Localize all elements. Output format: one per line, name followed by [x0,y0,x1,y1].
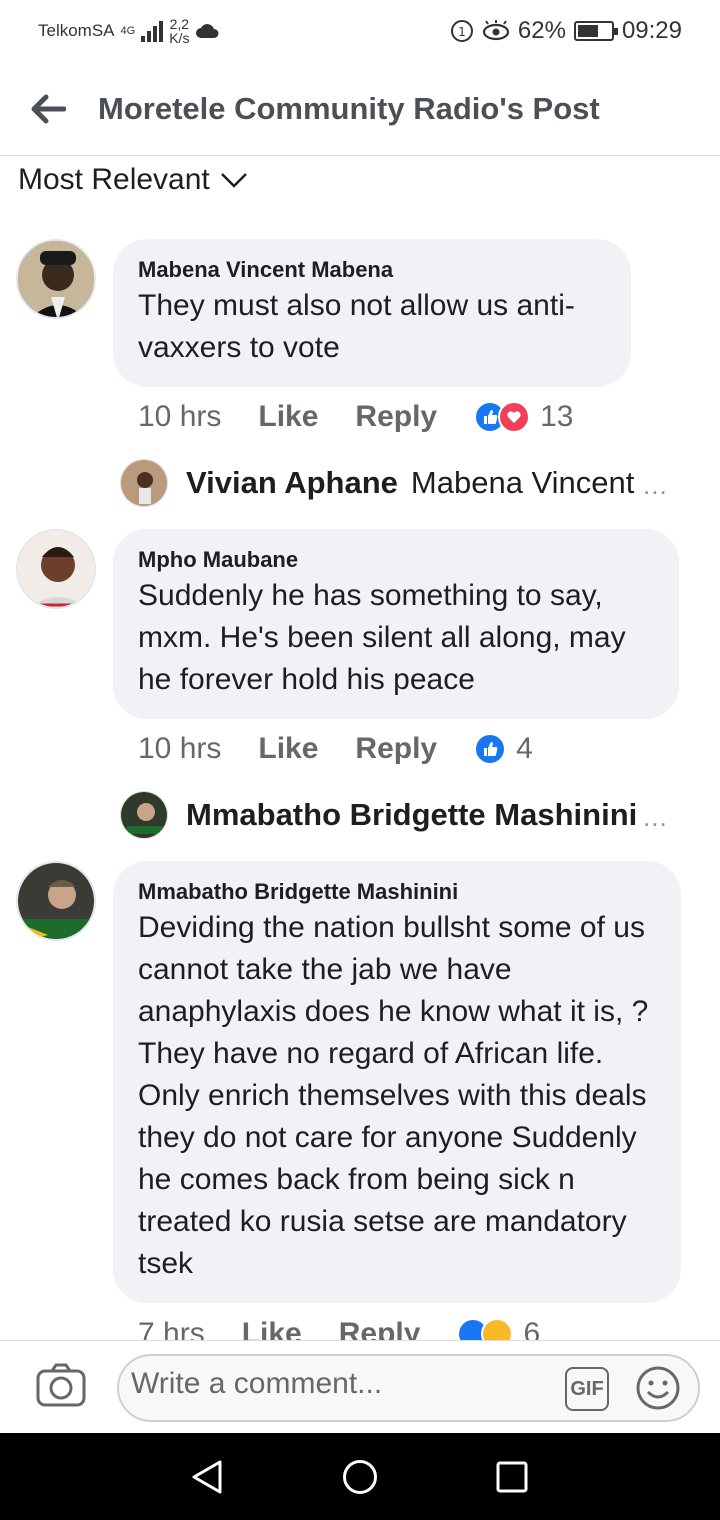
comment-bubble[interactable]: Mpho Maubane Suddenly he has something t… [113,529,679,719]
profile-photo [18,241,94,317]
smiley-icon [636,1366,680,1410]
reply-button[interactable]: Reply [355,732,437,766]
comment-input[interactable] [131,1367,551,1401]
comment-bubble[interactable]: Mabena Vincent Mabena They must also not… [113,239,631,387]
svg-text:1: 1 [458,25,466,39]
comment-time[interactable]: 7 hrs [138,1316,205,1340]
reply-avatar [120,791,168,839]
reactions-summary[interactable] [474,401,531,433]
sticker-button[interactable] [635,1365,681,1416]
speed-unit: K/s [169,30,190,46]
post-header: Moretele Community Radio's Post [0,62,720,156]
reaction-count[interactable]: 13 [540,400,573,434]
carrier-name: TelkomSA [38,21,115,40]
battery-percent: 62% [517,17,566,44]
cloud-icon [196,24,219,38]
more-icon[interactable]: ... [643,802,668,833]
comment-text: They must also not allow us anti-vaxxers… [138,289,575,364]
chevron-down-icon [220,173,247,188]
comment-text: Deviding the nation bullsht some of us c… [138,911,649,1280]
avatar[interactable] [16,861,96,941]
reply-preview[interactable]: Mmabatho Bridgette Mashinini [120,791,650,839]
network-type: 4G [120,25,136,37]
nav-recents-icon[interactable] [496,1461,528,1493]
avatar[interactable] [16,239,96,319]
like-button[interactable]: Like [258,732,318,766]
reply-author[interactable]: Vivian Aphane [186,465,398,501]
status-bar: TelkomSA 4G 2,2 K/s 1 62% 09:29 [0,0,720,62]
sort-label: Most Relevant [18,163,210,196]
comment-text: Suddenly he has something to say, mxm. H… [138,579,626,696]
comment-author[interactable]: Mmabatho Bridgette Mashinini [138,877,655,907]
battery-icon [573,21,618,41]
page-title: Moretele Community Radio's Post [98,90,600,126]
comment-composer: GIF [0,1340,720,1433]
haha-reaction-icon [481,1318,514,1340]
reply-preview[interactable]: Vivian Aphane Mabena Vincent [120,459,634,507]
comment-box: GIF [117,1354,700,1422]
like-button[interactable]: Like [242,1316,302,1340]
gif-button[interactable]: GIF [565,1367,609,1411]
reactions-summary[interactable] [457,1318,514,1340]
avatar[interactable] [16,529,96,609]
reactions-summary[interactable] [474,733,507,765]
profile-photo [18,531,94,607]
signal-icon [141,20,164,42]
reply-button[interactable]: Reply [339,1316,421,1340]
comment-time[interactable]: 10 hrs [138,732,221,766]
back-button[interactable] [0,62,96,156]
nav-back-icon[interactable] [190,1459,224,1495]
comment-time[interactable]: 10 hrs [138,400,221,434]
comment-actions: 10 hrs Like Reply 13 [138,400,574,434]
camera-button[interactable] [36,1363,86,1412]
sort-dropdown[interactable]: Most Relevant [18,163,248,197]
reply-author[interactable]: Mmabatho Bridgette Mashinini [186,797,637,833]
like-reaction-icon [474,733,507,765]
system-nav-bar [0,1433,720,1520]
reply-avatar [120,459,168,507]
nav-home-icon[interactable] [342,1459,378,1495]
eye-comfort-icon [482,20,509,41]
reply-button[interactable]: Reply [355,400,437,434]
data-saver-icon: 1 [450,20,473,42]
comment-bubble[interactable]: Mmabatho Bridgette Mashinini Deviding th… [113,861,681,1303]
camera-icon [36,1363,86,1407]
back-arrow-icon [31,94,66,123]
more-icon[interactable]: ... [643,470,668,501]
love-reaction-icon [498,401,531,433]
comment-author[interactable]: Mabena Vincent Mabena [138,255,605,285]
reply-text: Mabena Vincent [410,465,635,500]
comment-author[interactable]: Mpho Maubane [138,545,653,575]
like-button[interactable]: Like [258,400,318,434]
profile-photo [18,863,94,939]
clock: 09:29 [621,17,682,44]
reaction-count[interactable]: 4 [516,732,533,766]
comment-actions: 7 hrs Like Reply 6 [138,1316,540,1340]
network-speed: 2,2 K/s [169,17,189,45]
comment-actions: 10 hrs Like Reply 4 [138,732,533,766]
reaction-count[interactable]: 6 [523,1316,540,1340]
